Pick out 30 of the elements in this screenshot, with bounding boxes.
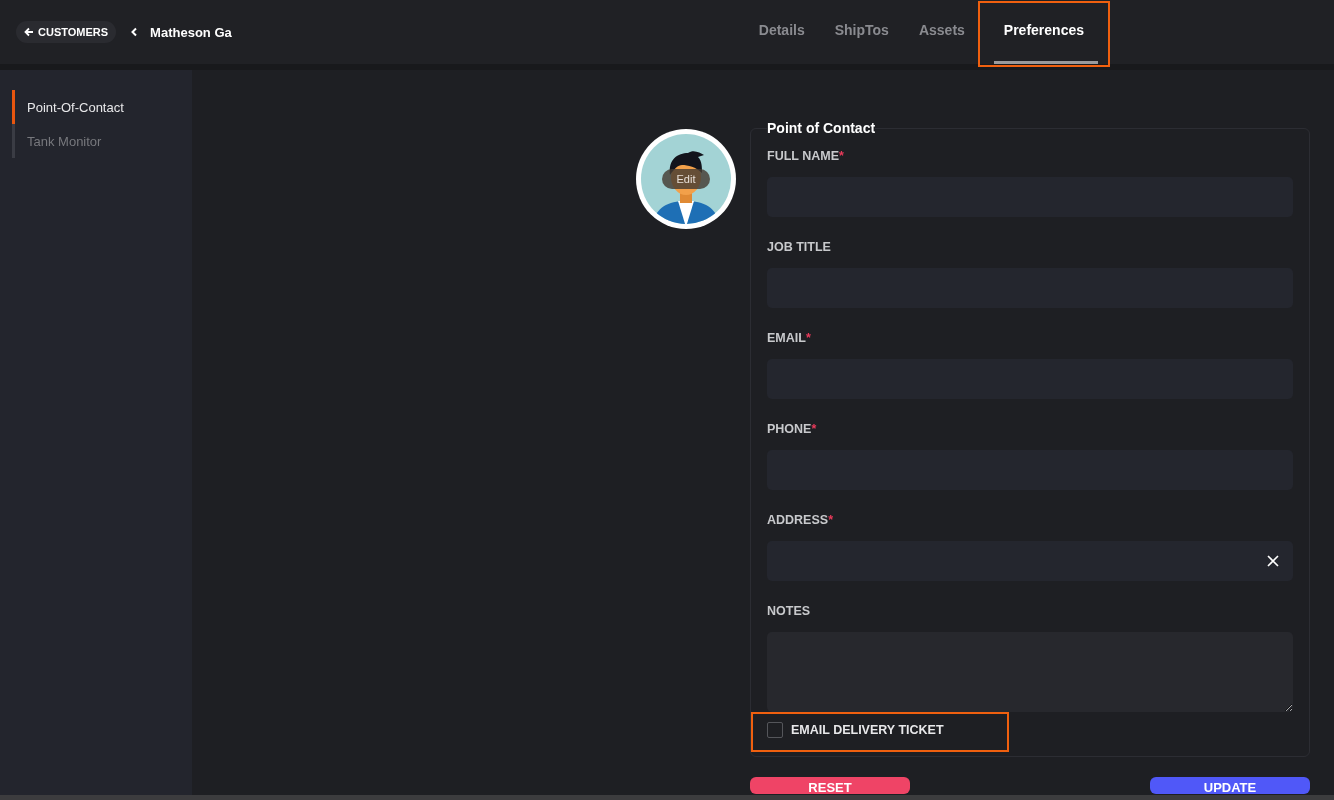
notes-field[interactable] [767,632,1293,712]
field-label: JOB TITLE [767,239,831,255]
required-mark: * [839,148,844,164]
chevron-left-icon[interactable] [130,27,139,37]
tab[interactable]: ShipTos [819,0,904,64]
field-label: EMAIL [767,330,806,346]
reset-button[interactable]: RESET [750,777,910,794]
field-label: FULL NAME [767,148,839,164]
edit-button[interactable]: Edit [662,169,710,189]
clear-icon[interactable] [1267,555,1279,567]
tab[interactable]: Assets [903,0,980,64]
field-label: PHONE [767,421,812,437]
form-title: Point of Contact [767,120,876,136]
tab[interactable]: Preferences [979,0,1108,64]
sidebar-item[interactable]: Tank Monitor [12,124,192,158]
scrollbar[interactable] [0,795,1334,800]
input-field[interactable] [767,541,1293,581]
checkbox[interactable] [767,722,783,738]
field-label: NOTES [767,603,811,619]
checkbox-label: EMAIL DELIVERY TICKET [791,723,944,737]
customer-name: Matheson Ga [150,24,232,40]
arrow-left-icon [24,27,34,37]
field-label: ADDRESS [767,512,829,528]
tab[interactable]: Details [743,0,820,64]
update-button[interactable]: UPDATE [1150,777,1310,794]
sidebar-item[interactable]: Point-Of-Contact [12,90,192,124]
required-mark: * [805,330,811,346]
required-mark: * [828,512,833,528]
required-mark: * [811,421,817,437]
back-button[interactable]: CUSTOMERS [16,21,117,43]
